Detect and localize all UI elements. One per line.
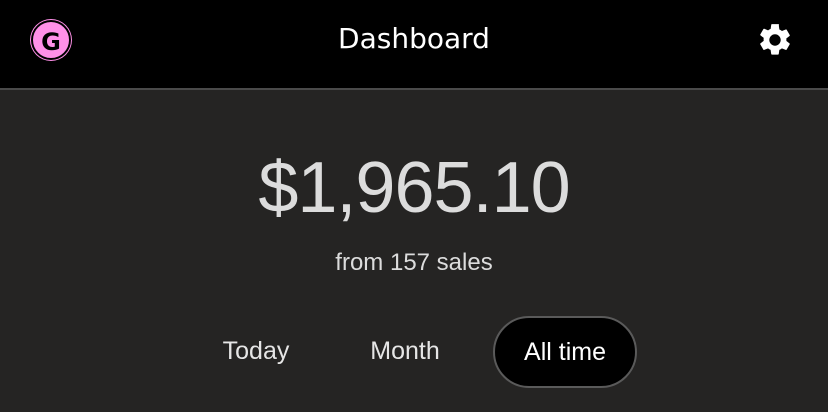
sales-count: from 157 sales xyxy=(335,249,493,276)
tab-all-time[interactable]: All time xyxy=(493,316,637,388)
tab-month[interactable]: Month xyxy=(345,316,465,386)
page-title: Dashboard xyxy=(338,22,490,55)
tab-today[interactable]: Today xyxy=(196,316,316,386)
period-tabs: Today Month All time xyxy=(0,316,828,388)
sales-total: $1,965.10 xyxy=(258,148,570,228)
gear-icon[interactable] xyxy=(756,21,794,59)
top-bar: G Dashboard xyxy=(0,0,828,90)
